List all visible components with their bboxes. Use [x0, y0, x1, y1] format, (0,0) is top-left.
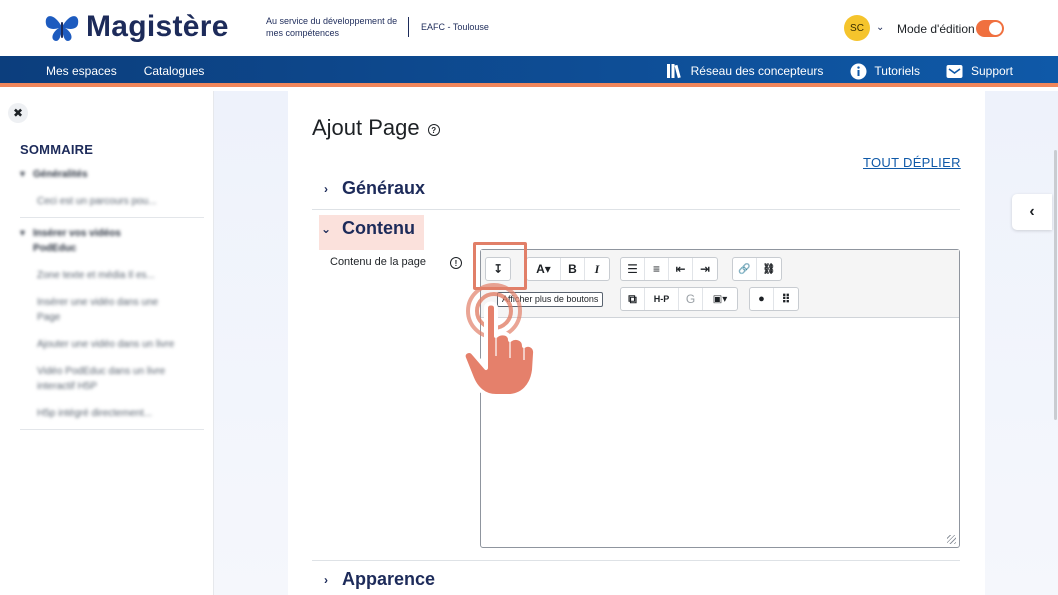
ordered-list-icon[interactable]: ≡	[645, 258, 669, 280]
divider	[312, 209, 960, 210]
tagline: Au service du développement de mes compé…	[266, 16, 398, 38]
section-title: Contenu	[342, 218, 415, 238]
italic-icon[interactable]: I	[585, 258, 609, 280]
toolbar-group: ⧉ H-P G ▣▾	[620, 287, 738, 311]
field-label: Contenu de la page	[330, 256, 427, 268]
accessibility-icon[interactable]: ●	[750, 288, 774, 310]
brand-logo[interactable]: Magistère	[44, 10, 229, 44]
divider	[20, 429, 204, 430]
section-title: Apparence	[342, 569, 436, 589]
toc-item[interactable]: Ajouter une vidéo dans un livre	[20, 325, 185, 352]
primary-navigation: Mes espaces Catalogues Réseau des concep…	[0, 56, 1058, 87]
nav-reseau-concepteurs[interactable]: Réseau des concepteurs	[666, 62, 824, 80]
chevron-down-icon: ▾	[20, 169, 26, 180]
nav-item-label: Support	[970, 64, 1013, 78]
resize-handle[interactable]	[947, 535, 956, 544]
page-background-left	[214, 91, 288, 595]
brand-name: Magistère	[86, 10, 229, 43]
toc-item[interactable]: H5p intégré directement...	[20, 394, 204, 421]
font-style-icon[interactable]: A▾	[527, 258, 561, 280]
top-header: Magistère Au service du développement de…	[0, 0, 1058, 56]
toc-item[interactable]: Ceci est un parcours pou...	[20, 182, 204, 209]
mail-icon	[946, 62, 964, 80]
toc-section[interactable]: ▾ Généralités	[20, 167, 204, 182]
info-icon[interactable]: !	[450, 257, 462, 269]
library-icon	[666, 62, 684, 80]
media-icon[interactable]: ▣▾	[703, 288, 737, 310]
hand-pointer-icon	[461, 283, 538, 398]
outdent-icon[interactable]: ⇤	[669, 258, 693, 280]
unordered-list-icon[interactable]: ☰	[621, 258, 645, 280]
nav-mes-espaces[interactable]: Mes espaces	[46, 64, 117, 78]
h5p-icon[interactable]: H-P	[645, 288, 679, 310]
open-block-drawer-button[interactable]: ‹	[1012, 194, 1052, 230]
toolbar-group: ☰ ≡ ⇤ ⇥	[620, 257, 718, 281]
grid-icon[interactable]: ⠿	[774, 288, 798, 310]
nav-support[interactable]: Support	[946, 62, 1013, 80]
chevron-down-icon: ▾	[20, 228, 26, 239]
toc-item[interactable]: Insérer une vidéo dans une Page	[20, 283, 170, 325]
nav-item-label: Tutoriels	[874, 64, 920, 78]
toggle-knob	[989, 22, 1002, 35]
bold-icon[interactable]: B	[561, 258, 585, 280]
user-avatar[interactable]: SC	[844, 15, 870, 41]
chevron-right-icon: ›	[324, 181, 328, 196]
section-title: Généraux	[342, 178, 426, 198]
page-title: Ajout Page ?	[312, 115, 440, 141]
toc-item[interactable]: Zone texte et média Il es...	[20, 256, 204, 283]
nav-item-label: Réseau des concepteurs	[690, 64, 824, 78]
page-title-text: Ajout Page	[312, 115, 420, 140]
divider	[312, 560, 960, 561]
course-index-drawer: ✖ SOMMAIRE ▾ Généralités Ceci est un parc…	[0, 91, 214, 595]
chevron-right-icon: ›	[324, 572, 328, 587]
toolbar-group: A▾ B I	[526, 257, 610, 281]
expand-all-link[interactable]: TOUT DÉPLIER	[863, 155, 961, 170]
glossary-icon[interactable]: G	[679, 288, 703, 310]
help-icon[interactable]: ?	[427, 124, 440, 136]
info-circle-icon	[849, 62, 867, 80]
unlink-icon[interactable]: ⛓	[757, 258, 781, 280]
section-contenu[interactable]: ⌄ Contenu	[320, 218, 415, 239]
course-index: ▾ Généralités Ceci est un parcours pou...…	[20, 167, 204, 430]
section-apparence[interactable]: › Apparence	[320, 569, 435, 590]
edit-mode-toggle[interactable]	[976, 20, 1004, 37]
chevron-down-icon[interactable]: ⌄	[876, 22, 884, 33]
copy-icon[interactable]: ⧉	[621, 288, 645, 310]
nav-catalogues[interactable]: Catalogues	[144, 64, 205, 78]
indent-icon[interactable]: ⇥	[693, 258, 717, 280]
edit-mode-label: Mode d'édition	[897, 22, 975, 36]
close-drawer-icon[interactable]: ✖	[8, 103, 28, 123]
butterfly-logo-icon	[45, 16, 79, 41]
drawer-title: SOMMAIRE	[20, 142, 94, 157]
page-scrollbar[interactable]	[1054, 150, 1057, 420]
toolbar-group: ● ⠿	[749, 287, 799, 311]
section-generaux[interactable]: › Généraux	[320, 178, 425, 199]
toolbar-group: 🔗 ⛓	[732, 257, 782, 281]
header-divider	[408, 17, 409, 37]
link-icon[interactable]: 🔗	[733, 258, 757, 280]
page-background-right	[985, 91, 1058, 595]
chevron-down-icon: ⌄	[320, 221, 332, 236]
divider	[20, 217, 204, 218]
nav-tutoriels[interactable]: Tutoriels	[849, 62, 920, 80]
editor-toolbar: ↧ A▾ B I ☰ ≡ ⇤ ⇥ 🔗 ⛓ ⧉ H-P G ▣▾ ● ⠿	[481, 250, 959, 318]
toc-item[interactable]: Vidéo PodEduc dans un livre interactif H…	[20, 352, 170, 394]
academy-name: EAFC - Toulouse	[421, 22, 489, 32]
toc-section[interactable]: ▾ Insérer vos vidéos PodEduc	[20, 226, 204, 256]
